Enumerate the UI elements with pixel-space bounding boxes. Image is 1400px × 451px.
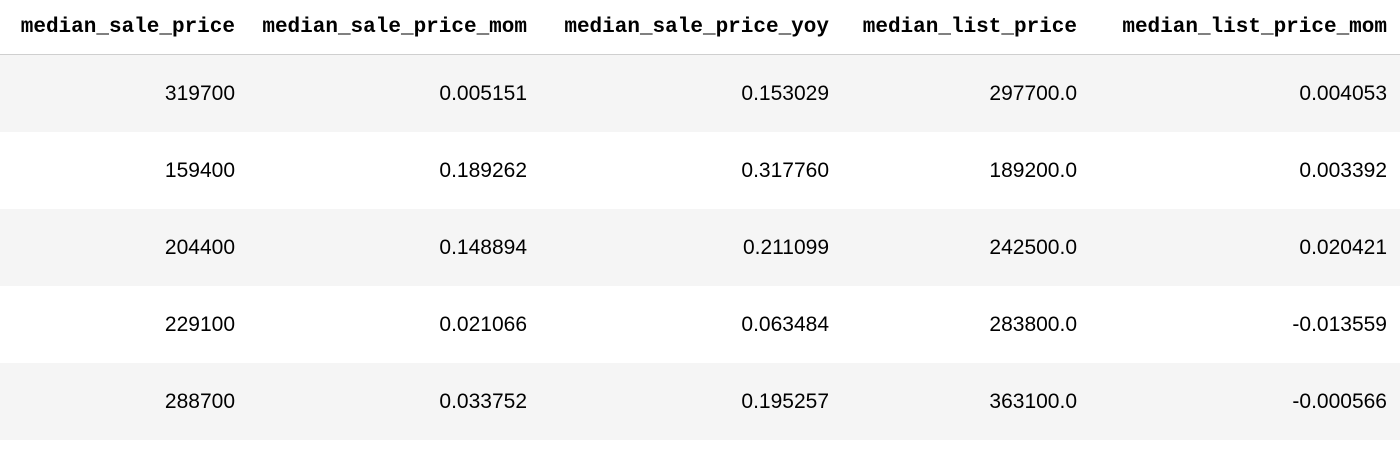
cell-median-list-price: 283800.0	[842, 286, 1090, 363]
column-header-median-sale-price-yoy: median_sale_price_yoy	[540, 0, 842, 55]
cell-median-sale-price-mom: 0.021066	[240, 286, 540, 363]
cell-median-sale-price: 288700	[0, 363, 240, 440]
column-header-median-list-price-mom: median_list_price_mom	[1090, 0, 1400, 55]
table-row: 159400 0.189262 0.317760 189200.0 0.0033…	[0, 132, 1400, 209]
cell-median-sale-price-yoy: 0.317760	[540, 132, 842, 209]
column-header-median-list-price: median_list_price	[842, 0, 1090, 55]
cell-median-list-price: 242500.0	[842, 209, 1090, 286]
cell-median-list-price-mom: 0.004053	[1090, 54, 1400, 132]
cell-median-list-price: 189200.0	[842, 132, 1090, 209]
cell-median-sale-price-yoy: 0.063484	[540, 286, 842, 363]
cell-median-sale-price: 204400	[0, 209, 240, 286]
table-body: 319700 0.005151 0.153029 297700.0 0.0040…	[0, 54, 1400, 440]
cell-median-sale-price-mom: 0.005151	[240, 54, 540, 132]
cell-median-sale-price: 319700	[0, 54, 240, 132]
column-header-median-sale-price-mom: median_sale_price_mom	[240, 0, 540, 55]
cell-median-sale-price: 229100	[0, 286, 240, 363]
table-row: 204400 0.148894 0.211099 242500.0 0.0204…	[0, 209, 1400, 286]
cell-median-sale-price-mom: 0.148894	[240, 209, 540, 286]
table-row: 288700 0.033752 0.195257 363100.0 -0.000…	[0, 363, 1400, 440]
header-row: median_sale_price median_sale_price_mom …	[0, 0, 1400, 55]
cell-median-sale-price-yoy: 0.195257	[540, 363, 842, 440]
cell-median-sale-price-mom: 0.033752	[240, 363, 540, 440]
cell-median-sale-price: 159400	[0, 132, 240, 209]
cell-median-list-price: 363100.0	[842, 363, 1090, 440]
table-row: 319700 0.005151 0.153029 297700.0 0.0040…	[0, 54, 1400, 132]
table-row: 229100 0.021066 0.063484 283800.0 -0.013…	[0, 286, 1400, 363]
cell-median-list-price-mom: -0.013559	[1090, 286, 1400, 363]
cell-median-list-price-mom: 0.020421	[1090, 209, 1400, 286]
cell-median-list-price: 297700.0	[842, 54, 1090, 132]
cell-median-list-price-mom: -0.000566	[1090, 363, 1400, 440]
dataframe-table: median_sale_price median_sale_price_mom …	[0, 0, 1400, 440]
cell-median-sale-price-yoy: 0.153029	[540, 54, 842, 132]
column-header-median-sale-price: median_sale_price	[0, 0, 240, 55]
cell-median-list-price-mom: 0.003392	[1090, 132, 1400, 209]
cell-median-sale-price-yoy: 0.211099	[540, 209, 842, 286]
table-header: median_sale_price median_sale_price_mom …	[0, 0, 1400, 55]
cell-median-sale-price-mom: 0.189262	[240, 132, 540, 209]
